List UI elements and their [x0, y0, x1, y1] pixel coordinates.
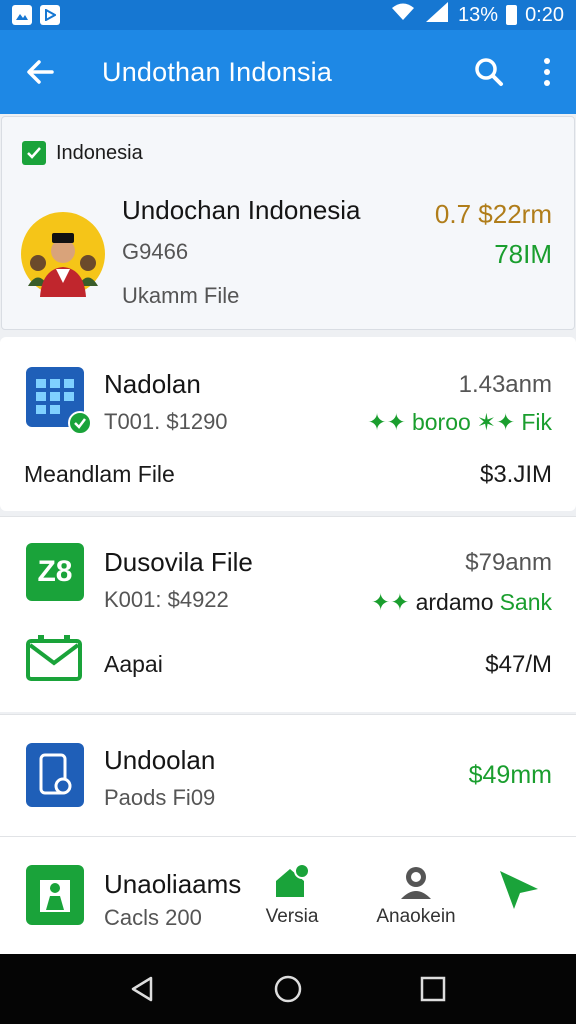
more-vert-icon: [544, 58, 550, 86]
user-profile-icon: [401, 867, 431, 899]
item-code: Paods Fi09: [104, 785, 216, 810]
system-nav-bar: [0, 954, 576, 1024]
item-code: Cacls 200: [104, 905, 202, 930]
item-rating: ✦✦ ardamo Sank: [371, 589, 552, 616]
app-bar: Undothan Indonsia: [0, 30, 576, 114]
star-icon: ✦✦: [371, 589, 410, 615]
rating-suffix: Sank: [499, 589, 552, 615]
item-sub-value: $47/M: [485, 651, 552, 678]
item-price: $79anm: [465, 549, 552, 576]
verified-badge-icon: [68, 411, 92, 435]
triangle-back-icon: [131, 976, 152, 1002]
item-title: Nadolan: [104, 369, 201, 399]
arrow-back-icon: [27, 60, 54, 84]
gallery-notification-icon: [12, 5, 32, 25]
anaokein-label: Anaokein: [376, 906, 456, 927]
anaokein-action[interactable]: Anaokein: [370, 863, 462, 928]
versia-label: Versia: [265, 906, 319, 927]
play-notification-icon: [40, 5, 60, 25]
item-file-value: $3.JIM: [479, 461, 552, 488]
indonesia-checkbox[interactable]: [22, 141, 46, 165]
battery-icon: [506, 5, 518, 25]
back-button[interactable]: [0, 30, 80, 114]
featured-card[interactable]: Indonesia Undochan Indonesia G9466 Ukamm…: [1, 116, 575, 330]
item-code: T001. $1290: [104, 409, 228, 434]
checkbox-label: Indonesia: [56, 141, 143, 164]
featured-size: 78IM: [494, 239, 552, 269]
mail-icon: [26, 635, 82, 681]
rating-suffix: Fik: [521, 409, 552, 435]
search-icon: [475, 58, 503, 86]
navigate-action[interactable]: [496, 867, 542, 918]
item-title: Dusovila File: [104, 547, 253, 577]
z8-app-icon: Z8: [26, 543, 84, 601]
item-price: $49mm: [468, 761, 552, 789]
battery-percent: 13%: [458, 3, 499, 26]
featured-subtitle: Ukamm File: [122, 283, 240, 308]
cursor-arrow-icon: [500, 871, 538, 909]
featured-title: Undochan Indonesia: [122, 195, 361, 225]
page-title: Undothan Indonsia: [102, 56, 333, 87]
clock: 0:20: [525, 3, 564, 26]
item-sub-label: Aapai: [104, 651, 163, 677]
featured-price: 0.7 $22rm: [434, 199, 552, 229]
rating-text: ardamo: [415, 589, 494, 615]
item-price: 1.43anm: [458, 371, 552, 398]
list-item[interactable]: Unaoliaams Cacls 200 Versia Anaokein: [0, 836, 576, 954]
nav-home-button[interactable]: [258, 959, 318, 1019]
nav-back-button[interactable]: [113, 959, 173, 1019]
wifi-icon: [390, 2, 416, 28]
circle-home-icon: [274, 975, 302, 1003]
list-item[interactable]: Z8 Dusovila File K001: $4922 $79anm ✦✦ a…: [0, 516, 576, 712]
person-app-icon: [26, 865, 84, 925]
item-file-label: Meandlam File: [24, 461, 175, 487]
nav-recents-button[interactable]: [403, 959, 463, 1019]
home-icon: [276, 863, 310, 897]
square-recents-icon: [421, 976, 446, 1002]
status-bar: 13% 0:20: [0, 0, 576, 30]
list-item[interactable]: Undoolan Paods Fi09 $49mm: [0, 714, 576, 836]
item-code: K001: $4922: [104, 587, 229, 612]
versia-action[interactable]: Versia: [262, 863, 322, 928]
star-icon: ✶✦: [476, 409, 516, 435]
avatar: [21, 212, 105, 297]
phone-app-icon: [26, 743, 84, 807]
star-icon: ✦✦: [367, 409, 406, 435]
item-title: Unaoliaams: [104, 869, 242, 899]
signal-icon: [424, 1, 450, 29]
check-icon: [27, 147, 41, 159]
rating-text: boroo: [411, 409, 471, 435]
search-button[interactable]: [460, 30, 518, 114]
overflow-menu-button[interactable]: [518, 30, 576, 114]
featured-code: G9466: [122, 239, 189, 264]
item-rating: ✦✦ boroo ✶✦ Fik: [367, 409, 552, 436]
item-title: Undoolan: [104, 745, 216, 775]
list-item[interactable]: Nadolan T001. $1290 1.43anm ✦✦ boroo ✶✦ …: [0, 337, 576, 511]
